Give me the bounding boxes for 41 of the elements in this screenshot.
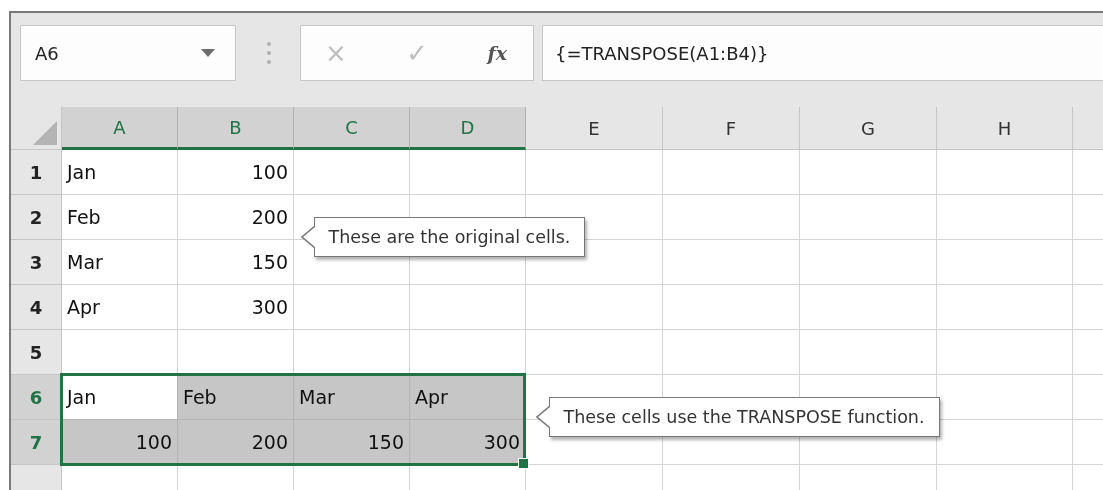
- row-header[interactable]: 6: [11, 375, 62, 420]
- row-header[interactable]: 1: [11, 150, 62, 195]
- table-cell: 150: [178, 240, 294, 285]
- select-all-icon[interactable]: [33, 121, 57, 145]
- row-header[interactable]: 7: [11, 420, 62, 465]
- row-header[interactable]: 4: [11, 285, 62, 330]
- table-cell: Apr: [62, 285, 178, 330]
- name-box[interactable]: A6: [20, 25, 236, 81]
- row-header[interactable]: 3: [11, 240, 62, 285]
- table-cell: Feb: [178, 375, 294, 420]
- table-cell: 300: [410, 420, 526, 465]
- column-header[interactable]: G: [800, 107, 937, 150]
- table-cell: 150: [294, 420, 410, 465]
- table-cell: 200: [178, 420, 294, 465]
- callout-pointer-icon: [301, 225, 315, 249]
- table-cell: 300: [178, 285, 294, 330]
- table-cell: 200: [178, 195, 294, 240]
- row-header[interactable]: 5: [11, 330, 62, 375]
- table-cell: Mar: [294, 375, 410, 420]
- row-header[interactable]: 2: [11, 195, 62, 240]
- insert-function-button[interactable]: fx: [487, 42, 507, 64]
- table-cell: Apr: [410, 375, 526, 420]
- fill-handle[interactable]: [518, 458, 529, 469]
- table-cell: 100: [62, 420, 178, 465]
- table-cell: Feb: [62, 195, 178, 240]
- column-header[interactable]: C: [294, 107, 410, 150]
- formula-field[interactable]: {=TRANSPOSE(A1:B4)}: [542, 25, 1103, 81]
- callout-pointer-icon: [536, 405, 550, 429]
- column-header[interactable]: A: [62, 107, 178, 150]
- table-cell: Jan: [62, 375, 178, 420]
- dropdown-caret-icon[interactable]: [201, 49, 215, 57]
- table-cell: 100: [178, 150, 294, 195]
- column-header[interactable]: D: [410, 107, 526, 150]
- column-header[interactable]: H: [937, 107, 1073, 150]
- column-header[interactable]: B: [178, 107, 294, 150]
- grip-icon: [266, 41, 272, 65]
- cell-reference: A6: [35, 42, 59, 64]
- column-header[interactable]: E: [526, 107, 663, 150]
- table-cell: Mar: [62, 240, 178, 285]
- table-cell: Jan: [62, 150, 178, 195]
- column-header[interactable]: F: [663, 107, 800, 150]
